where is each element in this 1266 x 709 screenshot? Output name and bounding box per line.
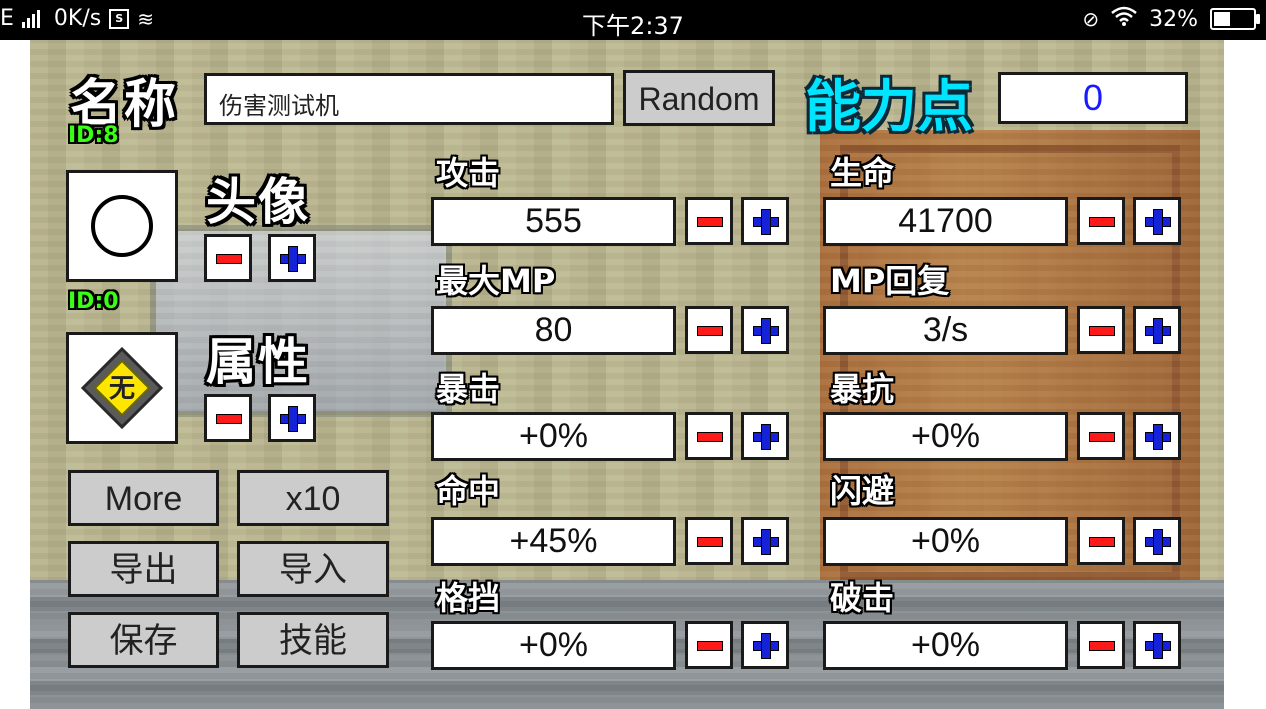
minus-icon — [697, 217, 723, 227]
attribute-minus-button[interactable] — [204, 394, 252, 442]
armor-break-plus-button[interactable] — [1133, 621, 1181, 669]
stat-label-dodge: 闪避 — [830, 472, 895, 510]
attribute-badge[interactable]: 无 — [66, 332, 178, 444]
ability-points-label: 能力点 — [805, 75, 973, 140]
avatar[interactable] — [66, 170, 178, 282]
avatar-circle-icon — [91, 195, 153, 257]
attack-plus-button[interactable] — [741, 197, 789, 245]
minus-icon — [1089, 432, 1115, 442]
stat-label-crit: 暴击 — [436, 370, 501, 408]
attribute-plus-button[interactable] — [268, 394, 316, 442]
stat-label-armor-break: 破击 — [830, 579, 895, 617]
stat-label-hit: 命中 — [436, 472, 501, 510]
stat-value-armor-break: +0% — [823, 621, 1068, 670]
stat-label-hp: 生命 — [830, 154, 895, 192]
stat-label-crit-resist: 暴抗 — [830, 370, 895, 408]
battery-icon — [1210, 8, 1260, 30]
import-button[interactable]: 导入 — [237, 541, 389, 597]
armor-break-minus-button[interactable] — [1077, 621, 1125, 669]
minus-icon — [1089, 537, 1115, 547]
mp-regen-minus-button[interactable] — [1077, 306, 1125, 354]
attack-minus-button[interactable] — [685, 197, 733, 245]
avatar-id: ID:0 — [68, 289, 119, 314]
max-mp-minus-button[interactable] — [685, 306, 733, 354]
minus-icon — [216, 414, 242, 424]
block-plus-button[interactable] — [741, 621, 789, 669]
stat-label-mp-regen: MP回复 — [830, 262, 950, 300]
random-button[interactable]: Random — [623, 70, 775, 126]
hit-plus-button[interactable] — [741, 517, 789, 565]
minus-icon — [697, 537, 723, 547]
stat-value-crit-resist: +0% — [823, 412, 1068, 461]
export-button[interactable]: 导出 — [68, 541, 219, 597]
minus-icon — [1089, 641, 1115, 651]
stat-label-max-mp: 最大MP — [436, 262, 556, 300]
hp-minus-button[interactable] — [1077, 197, 1125, 245]
avatar-label: 头像 — [206, 173, 310, 231]
attribute-badge-label: 无 — [108, 374, 135, 404]
hit-minus-button[interactable] — [685, 517, 733, 565]
ability-points-value: 0 — [998, 72, 1188, 124]
crit-resist-plus-button[interactable] — [1133, 412, 1181, 460]
stat-value-hit: +45% — [431, 517, 676, 566]
stat-value-block: +0% — [431, 621, 676, 670]
stat-value-mp-regen: 3/s — [823, 306, 1068, 355]
name-input[interactable]: 伤害测试机 — [204, 73, 614, 125]
stat-value-hp: 41700 — [823, 197, 1068, 246]
stat-value-crit: +0% — [431, 412, 676, 461]
stat-value-dodge: +0% — [823, 517, 1068, 566]
minus-icon — [697, 432, 723, 442]
status-bar: E 0K/s S ≋ 下午2:37 ⊘ 32% — [0, 0, 1266, 40]
stat-label-attack: 攻击 — [436, 154, 501, 192]
dodge-minus-button[interactable] — [1077, 517, 1125, 565]
crit-resist-minus-button[interactable] — [1077, 412, 1125, 460]
save-button[interactable]: 保存 — [68, 612, 219, 668]
minus-icon — [1089, 217, 1115, 227]
minus-icon — [697, 326, 723, 336]
more-button[interactable]: More — [68, 470, 219, 526]
max-mp-plus-button[interactable] — [741, 306, 789, 354]
skills-button[interactable]: 技能 — [237, 612, 389, 668]
wifi-icon — [1111, 6, 1137, 32]
stat-value-attack: 555 — [431, 197, 676, 246]
mute-icon: ⊘ — [1082, 7, 1100, 31]
minus-icon — [697, 641, 723, 651]
attribute-label: 属性 — [206, 333, 310, 391]
mp-regen-plus-button[interactable] — [1133, 306, 1181, 354]
stat-label-block: 格挡 — [436, 579, 501, 617]
stat-value-max-mp: 80 — [431, 306, 676, 355]
x10-button[interactable]: x10 — [237, 470, 389, 526]
avatar-minus-button[interactable] — [204, 234, 252, 282]
avatar-plus-button[interactable] — [268, 234, 316, 282]
battery-percent: 32% — [1149, 6, 1198, 32]
hp-plus-button[interactable] — [1133, 197, 1181, 245]
clock: 下午2:37 — [582, 12, 684, 40]
minus-icon — [1089, 326, 1115, 336]
crit-minus-button[interactable] — [685, 412, 733, 460]
dodge-plus-button[interactable] — [1133, 517, 1181, 565]
crit-plus-button[interactable] — [741, 412, 789, 460]
character-id: ID:8 — [68, 123, 119, 148]
minus-icon — [216, 254, 242, 264]
block-minus-button[interactable] — [685, 621, 733, 669]
